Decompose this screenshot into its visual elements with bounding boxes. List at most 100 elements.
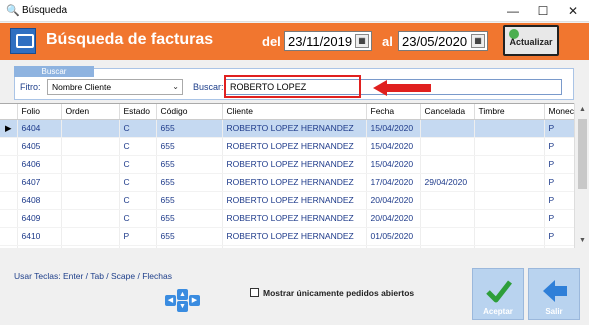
table-cell[interactable] [61, 209, 120, 228]
table-cell[interactable]: ROBERTO LOPEZ HERNANDEZ [222, 155, 367, 174]
filter-select[interactable]: Nombre Cliente ⌄ [47, 79, 183, 95]
column-header[interactable]: Cancelada [420, 104, 475, 120]
maximize-button[interactable]: ☐ [528, 0, 558, 22]
table-row[interactable]: 6410 P 655 ROBERTO LOPEZ HERNANDEZ 01/05/202… [0, 227, 575, 246]
calendar-icon[interactable]: ▦ [355, 34, 369, 48]
table-cell[interactable]: ROBERTO LOPEZ HERNANDEZ [222, 137, 367, 156]
column-header[interactable]: Fecha [366, 104, 421, 120]
table-row[interactable]: 6409 C 655 ROBERTO LOPEZ HERNANDEZ 20/04/202… [0, 209, 575, 228]
table-cell[interactable]: P [544, 119, 575, 138]
table-row[interactable]: 6405 C 655 ROBERTO LOPEZ HERNANDEZ 15/04/202… [0, 137, 575, 156]
arrow-left-icon[interactable]: ◀ [165, 295, 176, 306]
table-cell[interactable]: 6409 [17, 209, 62, 228]
table-cell[interactable]: ROBERTO LOPEZ HERNANDEZ [222, 209, 367, 228]
table-cell[interactable]: 655 [156, 119, 223, 138]
table-cell[interactable]: C [119, 155, 157, 174]
table-cell[interactable]: ROBERTO LOPEZ HERNANDEZ [222, 173, 367, 192]
table-cell[interactable] [61, 119, 120, 138]
table-cell[interactable]: C [119, 245, 157, 248]
table-cell[interactable]: 655 [156, 227, 223, 246]
table-cell[interactable]: 15/04/2020 [366, 137, 421, 156]
table-cell[interactable]: P [119, 227, 157, 246]
table-cell[interactable]: 01/05/2020 [366, 227, 421, 246]
table-cell[interactable]: 6407 [17, 173, 62, 192]
table-cell[interactable] [420, 191, 475, 210]
table-cell[interactable]: P [544, 173, 575, 192]
table-cell[interactable]: ROBERTO LOPEZ HERNANDEZ [222, 245, 367, 248]
table-row[interactable]: ▶ 6404 C 655 ROBERTO LOPEZ HERNANDEZ 15/04/20… [0, 119, 575, 138]
table-cell[interactable]: 15/04/2020 [366, 119, 421, 138]
table-cell[interactable] [61, 155, 120, 174]
table-cell[interactable]: P [544, 227, 575, 246]
table-cell[interactable]: 6410 [17, 227, 62, 246]
table-cell[interactable]: 15/04/2020 [366, 155, 421, 174]
table-cell[interactable] [420, 209, 475, 228]
scroll-up-icon[interactable]: ▲ [575, 103, 589, 117]
calendar-icon[interactable]: ▦ [471, 34, 485, 48]
column-header[interactable]: Orden [61, 104, 120, 120]
arrow-up-icon[interactable]: ▲ [177, 289, 188, 300]
table-cell[interactable] [474, 173, 545, 192]
table-cell[interactable]: 29/04/2020 [420, 173, 475, 192]
table-cell[interactable]: 655 [156, 209, 223, 228]
column-header[interactable]: Monec [544, 104, 575, 120]
table-cell[interactable] [61, 227, 120, 246]
table-cell[interactable]: 655 [156, 173, 223, 192]
results-grid[interactable]: Folio Orden Estado Código Cliente Fecha … [0, 103, 589, 248]
table-cell[interactable] [420, 155, 475, 174]
table-cell[interactable] [61, 245, 120, 248]
table-cell[interactable] [474, 209, 545, 228]
table-cell[interactable]: C [119, 209, 157, 228]
table-cell[interactable] [420, 119, 475, 138]
table-cell[interactable] [61, 191, 120, 210]
arrow-down-icon[interactable]: ▼ [177, 301, 188, 312]
date-to-picker[interactable]: 23/05/2020 ▦ [398, 31, 488, 51]
table-row[interactable]: 6407 C 655 ROBERTO LOPEZ HERNANDEZ 17/04/202… [0, 173, 575, 192]
checkbox-box[interactable] [250, 288, 259, 297]
scroll-down-icon[interactable]: ▼ [575, 234, 589, 248]
table-cell[interactable] [474, 137, 545, 156]
column-header[interactable]: Timbre [474, 104, 545, 120]
close-button[interactable]: ✕ [558, 0, 588, 22]
table-cell[interactable]: 17/04/2020 [366, 173, 421, 192]
table-cell[interactable]: P [544, 191, 575, 210]
minimize-button[interactable]: — [498, 0, 528, 22]
table-cell[interactable]: 6406 [17, 155, 62, 174]
arrow-right-icon[interactable]: ▶ [189, 295, 200, 306]
table-cell[interactable]: C [119, 119, 157, 138]
table-cell[interactable]: 655 [156, 191, 223, 210]
table-cell[interactable] [420, 137, 475, 156]
table-cell[interactable]: CCAC7BDF-7... [474, 245, 545, 248]
column-header[interactable]: Folio [17, 104, 62, 120]
table-cell[interactable]: ROBERTO LOPEZ HERNANDEZ [222, 119, 367, 138]
table-row[interactable]: 6408 C 655 ROBERTO LOPEZ HERNANDEZ 20/04/202… [0, 191, 575, 210]
vertical-scrollbar[interactable]: ▲ ▼ [574, 103, 589, 248]
table-cell[interactable] [474, 119, 545, 138]
table-cell[interactable] [474, 191, 545, 210]
table-cell[interactable]: 04/05/2020 [366, 245, 421, 248]
table-cell[interactable]: ROBERTO LOPEZ HERNANDEZ [222, 227, 367, 246]
table-cell[interactable]: 6408 [17, 191, 62, 210]
table-row[interactable]: 6411 C655ROBERTO LOPEZ HERNANDEZ04/05/202… [0, 245, 575, 248]
table-cell[interactable]: C [119, 137, 157, 156]
table-cell[interactable]: ROBERTO LOPEZ HERNANDEZ [222, 191, 367, 210]
accept-button[interactable]: Aceptar [472, 268, 524, 320]
table-cell[interactable]: 6411 [17, 245, 62, 248]
column-header[interactable]: Código [156, 104, 223, 120]
table-cell[interactable] [61, 137, 120, 156]
scroll-thumb[interactable] [578, 119, 587, 189]
table-cell[interactable]: 20/04/2020 [366, 209, 421, 228]
table-cell[interactable]: 6404 [17, 119, 62, 138]
table-cell[interactable] [420, 245, 475, 248]
table-cell[interactable]: 655 [156, 155, 223, 174]
table-cell[interactable]: 20/04/2020 [366, 191, 421, 210]
open-orders-checkbox[interactable]: Mostrar únicamente pedidos abiertos [250, 288, 414, 298]
table-cell[interactable]: P [544, 137, 575, 156]
refresh-button[interactable]: Actualizar [503, 25, 559, 56]
column-header[interactable]: Estado [119, 104, 157, 120]
date-from-picker[interactable]: 23/11/2019 ▦ [284, 31, 372, 51]
table-cell[interactable]: P [544, 209, 575, 228]
table-cell[interactable]: 655 [156, 245, 223, 248]
table-cell[interactable]: 655 [156, 137, 223, 156]
table-cell[interactable]: P [544, 245, 575, 248]
